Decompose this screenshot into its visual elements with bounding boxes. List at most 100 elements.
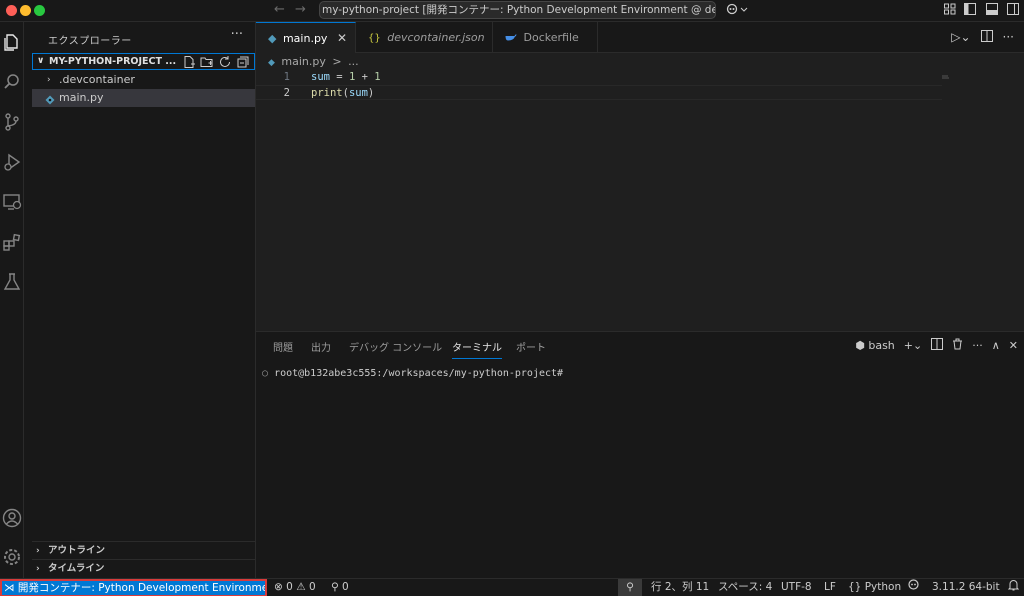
run-debug-icon[interactable] xyxy=(2,152,22,172)
tree-item-label: main.py xyxy=(59,91,104,104)
indentation-status[interactable]: スペース: 4 xyxy=(718,579,772,596)
terminal-prompt[interactable]: ○ root@b132abe3c555:/workspaces/my-pytho… xyxy=(262,368,563,379)
customize-layout-icon[interactable] xyxy=(943,2,957,19)
ports-icon: ⚲ xyxy=(331,581,339,593)
ports-status[interactable]: ⚲ 0 xyxy=(331,579,349,596)
python-interpreter[interactable]: 3.11.2 64-bit xyxy=(932,579,1000,596)
docker-file-icon xyxy=(505,31,521,44)
more-actions-icon[interactable]: ··· xyxy=(231,27,243,42)
encoding-status[interactable]: UTF-8 xyxy=(781,579,812,596)
outline-section[interactable]: › アウトライン xyxy=(32,541,255,559)
shell-label: bash xyxy=(868,339,895,352)
bash-icon: ⬢ xyxy=(855,339,865,352)
extensions-icon[interactable] xyxy=(2,232,22,252)
source-control-icon[interactable] xyxy=(2,112,22,132)
sidebar-title: エクスプローラー xyxy=(48,36,132,47)
activity-bar xyxy=(0,22,24,578)
breadcrumb-file[interactable]: main.py xyxy=(281,55,325,68)
code-text: print(sum) xyxy=(311,87,375,99)
token-number: 1 xyxy=(348,71,356,83)
project-folder-header[interactable]: ∨ MY-PYTHON-PROJECT ... xyxy=(32,53,255,70)
search-icon[interactable] xyxy=(2,72,22,92)
tab-debug-console[interactable]: デバッグ コンソール xyxy=(349,339,442,354)
tab-label: Dockerfile xyxy=(523,31,579,44)
token-number: 1 xyxy=(374,71,381,83)
bottom-panel: 問題 出力 デバッグ コンソール ターミナル ポート ⬢ bash +⌄ ···… xyxy=(256,331,1024,578)
remote-indicator[interactable]: ⋊ 開発コンテナー: Python Development Environmen… xyxy=(0,579,267,596)
chevron-right-icon: › xyxy=(36,546,40,556)
prompt-text: root@b132abe3c555:/workspaces/my-python-… xyxy=(274,368,564,379)
json-file-icon: {} xyxy=(368,33,381,44)
title-bar: ← → my-python-project [開発コンテナー: Python D… xyxy=(0,0,1024,22)
error-count: 0 xyxy=(286,581,293,593)
breadcrumb-symbols[interactable]: ... xyxy=(348,55,359,68)
tree-item-main-py[interactable]: main.py xyxy=(32,89,255,107)
language-mode[interactable]: {} Python xyxy=(848,579,901,596)
close-panel-icon[interactable]: ✕ xyxy=(1009,339,1018,352)
tab-label: devcontainer.json xyxy=(387,31,485,44)
language-label: Python xyxy=(864,581,902,593)
toggle-panel-icon[interactable] xyxy=(985,2,999,19)
new-terminal-icon[interactable]: +⌄ xyxy=(904,339,922,352)
terminal-profile[interactable]: ⬢ bash xyxy=(855,339,895,352)
token-variable: sum xyxy=(311,71,330,83)
split-terminal-icon[interactable] xyxy=(931,338,944,353)
explorer-icon[interactable] xyxy=(2,32,22,52)
tab-devcontainer-json[interactable]: {} devcontainer.json xyxy=(356,22,493,53)
status-bar: ⋊ 開発コンテナー: Python Development Environmen… xyxy=(0,578,1024,596)
timeline-section[interactable]: › タイムライン xyxy=(32,559,255,577)
remote-label: 開発コンテナー: Python Development Environment … xyxy=(17,582,267,594)
toggle-sidebar-icon[interactable] xyxy=(963,2,977,19)
command-center[interactable]: my-python-project [開発コンテナー: Python Devel… xyxy=(319,1,716,19)
tab-output[interactable]: 出力 xyxy=(311,339,331,354)
python-file-icon: ◆ xyxy=(268,32,277,45)
back-arrow-icon[interactable]: ← xyxy=(274,2,285,17)
line-number: 1 xyxy=(283,71,290,83)
prompt-dot-icon: ○ xyxy=(262,368,269,379)
settings-icon[interactable] xyxy=(2,547,22,567)
tab-dockerfile[interactable]: Dockerfile xyxy=(493,22,598,53)
zoom-icon[interactable]: ⚲ xyxy=(618,579,642,596)
copilot-icon[interactable] xyxy=(726,3,748,20)
code-line-current: 2 print(sum) xyxy=(256,85,942,100)
braces-icon: {} xyxy=(848,581,862,593)
editor-tabs: ◆ main.py ✕ {} devcontainer.json Dockerf… xyxy=(256,22,1024,53)
trash-icon[interactable] xyxy=(952,338,963,353)
chevron-right-icon: › xyxy=(36,564,40,574)
python-file-icon xyxy=(45,93,55,111)
tree-item-devcontainer[interactable]: › .devcontainer xyxy=(32,71,255,89)
token-variable: sum xyxy=(348,87,368,99)
toggle-secondary-sidebar-icon[interactable] xyxy=(1006,2,1020,19)
forward-arrow-icon[interactable]: → xyxy=(295,2,306,17)
problems-status[interactable]: ⊗ 0 ⚠ 0 xyxy=(274,579,316,596)
more-actions-icon[interactable]: ··· xyxy=(972,339,983,352)
copilot-status-icon[interactable] xyxy=(907,579,920,596)
tab-ports[interactable]: ポート xyxy=(516,339,546,354)
warning-icon: ⚠ xyxy=(296,581,306,593)
code-line: 1 sum = 1 + 1 xyxy=(256,70,942,85)
more-actions-icon[interactable]: ··· xyxy=(1003,30,1014,45)
code-text: sum = 1 + 1 xyxy=(311,71,381,83)
python-file-icon: ◆ xyxy=(268,58,275,68)
zoom-window-button[interactable] xyxy=(34,5,45,16)
close-icon[interactable]: ✕ xyxy=(337,23,347,54)
tab-terminal[interactable]: ターミナル xyxy=(452,339,502,359)
minimize-window-button[interactable] xyxy=(20,5,31,16)
account-icon[interactable] xyxy=(2,508,22,528)
close-window-button[interactable] xyxy=(6,5,17,16)
line-number: 2 xyxy=(283,87,290,99)
run-file-icon[interactable]: ▷⌄ xyxy=(951,30,970,45)
tab-problems[interactable]: 問題 xyxy=(273,339,293,354)
notifications-icon[interactable] xyxy=(1007,579,1020,596)
cursor-position[interactable]: 行 2、列 11 xyxy=(651,579,709,596)
project-name: MY-PYTHON-PROJECT ... xyxy=(49,56,177,67)
testing-icon[interactable] xyxy=(2,272,22,292)
breadcrumb-separator: > xyxy=(332,55,342,68)
code-editor[interactable]: 1 sum = 1 + 1 2 print(sum) xyxy=(256,70,1024,331)
tab-main-py[interactable]: ◆ main.py ✕ xyxy=(256,22,356,53)
split-editor-icon[interactable] xyxy=(980,30,993,45)
maximize-panel-icon[interactable]: ∧ xyxy=(992,339,1000,352)
remote-explorer-icon[interactable] xyxy=(2,192,22,212)
minimap[interactable] xyxy=(942,70,950,79)
eol-status[interactable]: LF xyxy=(824,579,836,596)
